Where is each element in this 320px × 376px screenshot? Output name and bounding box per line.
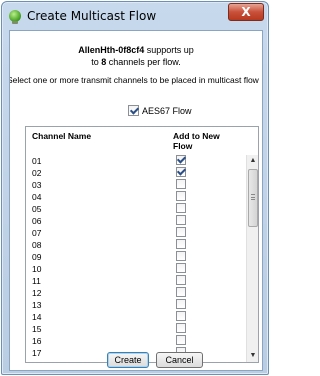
add-to-flow-checkbox[interactable]	[176, 203, 186, 213]
channel-name: 01	[32, 156, 42, 166]
add-to-flow-checkbox[interactable]	[176, 263, 186, 273]
dialog-content: AllenHth-0f8cf4 supports up to 8 channel…	[9, 30, 263, 371]
table-row[interactable]: 14	[26, 311, 248, 323]
aes67-label: AES67 Flow	[142, 105, 192, 116]
table-row[interactable]: 12	[26, 287, 248, 299]
table-row[interactable]: 10	[26, 263, 248, 275]
column-header-add[interactable]: Add to New Flow	[173, 131, 223, 151]
add-to-flow-checkbox[interactable]	[176, 323, 186, 333]
channel-name: 14	[32, 312, 42, 322]
add-to-flow-checkbox[interactable]	[176, 335, 186, 345]
channel-name: 10	[32, 264, 42, 274]
window-title: Create Multicast Flow	[27, 9, 157, 23]
channel-name: 07	[32, 228, 42, 238]
channel-name: 03	[32, 180, 42, 190]
add-to-flow-checkbox[interactable]	[176, 155, 186, 165]
cancel-button[interactable]: Cancel	[156, 352, 203, 368]
title-bar[interactable]: Create Multicast Flow X	[2, 2, 268, 30]
channel-name: 13	[32, 300, 42, 310]
dialog-window: Create Multicast Flow X AllenHth-0f8cf4 …	[1, 1, 269, 375]
channel-name: 05	[32, 204, 42, 214]
channel-name: 08	[32, 240, 42, 250]
add-to-flow-checkbox[interactable]	[176, 251, 186, 261]
add-to-flow-checkbox[interactable]	[176, 239, 186, 249]
channel-name: 11	[32, 276, 41, 286]
table-row[interactable]: 13	[26, 299, 248, 311]
channel-rows: 01 02 03 04 05 06 07 08 09 10 11 12 13 14 15 16 17	[26, 155, 248, 359]
table-row[interactable]: 07	[26, 227, 248, 239]
channel-name: 04	[32, 192, 42, 202]
add-to-flow-checkbox[interactable]	[176, 275, 186, 285]
channel-name: 06	[32, 216, 42, 226]
add-to-flow-checkbox[interactable]	[176, 287, 186, 297]
table-row[interactable]: 03	[26, 179, 248, 191]
info-line2-prefix: to	[91, 57, 102, 67]
table-row[interactable]: 16	[26, 335, 248, 347]
table-row[interactable]: 05	[26, 203, 248, 215]
aes67-option[interactable]: AES67 Flow	[128, 102, 192, 117]
support-info-line2: to 8 channels per flow.	[10, 57, 262, 67]
add-to-flow-checkbox[interactable]	[176, 299, 186, 309]
table-row[interactable]: 02	[26, 167, 248, 179]
add-to-flow-checkbox[interactable]	[176, 215, 186, 225]
add-to-flow-checkbox[interactable]	[176, 227, 186, 237]
info-line2-suffix: channels per flow.	[106, 57, 181, 67]
channel-table: Channel Name Add to New Flow 01 02 03 04 05 0…	[25, 126, 259, 363]
scroll-down-arrow-icon[interactable]: ▼	[247, 350, 258, 362]
instruction-text: Select one or more transmit channels to …	[9, 75, 259, 85]
channel-name: 15	[32, 324, 42, 334]
scroll-up-arrow-icon[interactable]: ▲	[247, 155, 258, 167]
table-row[interactable]: 04	[26, 191, 248, 203]
channel-name: 16	[32, 336, 42, 346]
add-to-flow-checkbox[interactable]	[176, 191, 186, 201]
table-row[interactable]: 08	[26, 239, 248, 251]
close-button[interactable]: X	[228, 3, 264, 21]
table-row[interactable]: 15	[26, 323, 248, 335]
scroll-thumb[interactable]	[248, 169, 258, 227]
channel-name: 09	[32, 252, 42, 262]
add-to-flow-checkbox[interactable]	[176, 179, 186, 189]
table-scrollbar[interactable]: ▲ ▼	[246, 155, 258, 362]
device-name: AllenHth-0f8cf4	[78, 45, 145, 55]
channel-name: 17	[32, 348, 42, 358]
table-row[interactable]: 09	[26, 251, 248, 263]
globe-icon	[9, 10, 21, 24]
grip-icon	[251, 194, 255, 200]
support-info-line1: AllenHth-0f8cf4 supports up	[10, 45, 262, 55]
channel-name: 12	[32, 288, 42, 298]
aes67-checkbox[interactable]	[128, 105, 139, 117]
info-line1-suffix: supports up	[144, 45, 194, 55]
add-to-flow-checkbox[interactable]	[176, 311, 186, 321]
add-to-flow-checkbox[interactable]	[176, 167, 186, 177]
create-button[interactable]: Create	[107, 352, 149, 368]
column-header-channel[interactable]: Channel Name	[32, 131, 102, 141]
table-row[interactable]: 06	[26, 215, 248, 227]
table-row[interactable]: 11	[26, 275, 248, 287]
channel-name: 02	[32, 168, 42, 178]
table-row[interactable]: 01	[26, 155, 248, 167]
